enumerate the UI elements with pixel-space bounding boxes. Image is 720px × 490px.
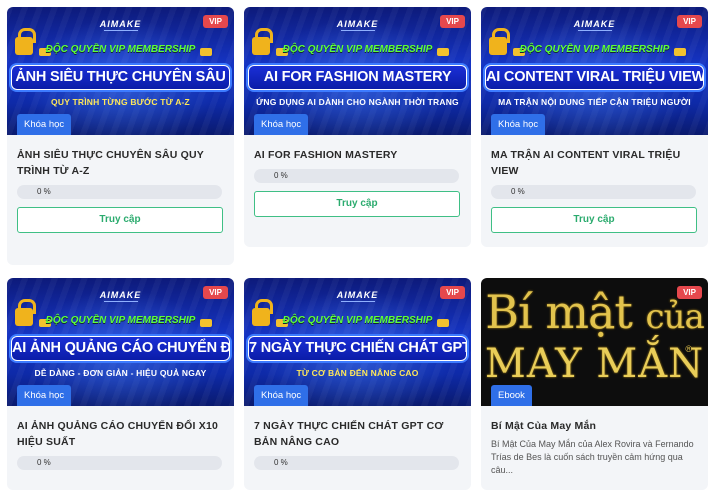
progress-bar: 0 % [254,456,459,470]
vip-badge: VIP [677,15,702,28]
type-badge: Khóa học [17,385,72,406]
progress-label: 0 % [274,171,288,180]
type-badge: Khóa học [254,114,309,135]
banner-tagline: ĐỘC QUYỀN VIP MEMBERSHIP [282,44,433,55]
brand-logo: AIMAKE [244,290,471,302]
course-thumbnail[interactable]: AIMAKE ĐỘC QUYỀN VIP MEMBERSHIP AI FOR F… [244,7,471,135]
course-title[interactable]: AI FOR FASHION MASTERY [254,147,461,163]
course-card[interactable]: AIMAKE ĐỘC QUYỀN VIP MEMBERSHIP 7 NGÀY T… [244,278,471,490]
ebook-cover[interactable]: Bí mật của MAY MẮN ® VIP Ebook [481,278,708,406]
cover-title-line2: MAY MẮN [484,341,705,387]
course-title[interactable]: 7 NGÀY THỰC CHIẾN CHÁT GPT CƠ BẢN NÂNG C… [254,418,461,450]
access-button[interactable]: Truy cập [491,207,697,233]
course-thumbnail[interactable]: AIMAKE ĐỘC QUYỀN VIP MEMBERSHIP ẢNH SIÊU… [7,7,234,135]
vip-badge: VIP [440,286,465,299]
banner-subtitle: DỄ DÀNG - ĐƠN GIẢN - HIỆU QUẢ NGAY [34,368,207,378]
type-badge: Khóa học [491,114,546,135]
cover-title-word: của [645,297,705,337]
course-card[interactable]: AIMAKE ĐỘC QUYỀN VIP MEMBERSHIP AI CONTE… [481,7,708,247]
banner-title: AI CONTENT VIRAL TRIỆU VIEW [485,65,704,90]
banner-subtitle: MA TRẬN NỘI DUNG TIẾP CẬN TRIỆU NGƯỜI [498,97,691,107]
course-title[interactable]: MA TRẬN AI CONTENT VIRAL TRIỆU VIEW [491,147,698,179]
vip-badge: VIP [440,15,465,28]
ebook-title[interactable]: Bí Mật Của May Mắn [491,418,698,434]
vip-badge: VIP [677,286,702,299]
registered-mark: ® [685,344,692,354]
vip-badge: VIP [203,286,228,299]
progress-label: 0 % [37,458,51,467]
vip-badge: VIP [203,15,228,28]
banner-title: AI FOR FASHION MASTERY [248,65,467,90]
cover-title-word: Bí mật [485,285,633,339]
course-thumbnail[interactable]: AIMAKE ĐỘC QUYỀN VIP MEMBERSHIP 7 NGÀY T… [244,278,471,406]
brand-logo: AIMAKE [7,290,234,302]
brand-logo: AIMAKE [7,19,234,31]
progress-label: 0 % [274,458,288,467]
banner-subtitle: ỨNG DỤNG AI DÀNH CHO NGÀNH THỜI TRANG [256,97,459,107]
banner-tagline: ĐỘC QUYỀN VIP MEMBERSHIP [519,44,670,55]
type-badge: Khóa học [17,114,72,135]
course-thumbnail[interactable]: AIMAKE ĐỘC QUYỀN VIP MEMBERSHIP AI ẢNH Q… [7,278,234,406]
course-thumbnail[interactable]: AIMAKE ĐỘC QUYỀN VIP MEMBERSHIP AI CONTE… [481,7,708,135]
progress-bar: 0 % [491,185,696,199]
brand-logo: AIMAKE [244,19,471,31]
course-card[interactable]: AIMAKE ĐỘC QUYỀN VIP MEMBERSHIP ẢNH SIÊU… [7,7,234,265]
type-badge: Ebook [491,385,532,406]
ebook-description: Bí Mật Của May Mắn của Alex Rovira và Fe… [491,439,694,475]
banner-tagline: ĐỘC QUYỀN VIP MEMBERSHIP [45,315,196,326]
brand-logo: AIMAKE [481,19,708,31]
banner-tagline: ĐỘC QUYỀN VIP MEMBERSHIP [282,315,433,326]
banner-title: AI ẢNH QUẢNG CÁO CHUYỂN ĐỔI [11,336,230,361]
progress-label: 0 % [37,187,51,196]
course-card[interactable]: AIMAKE ĐỘC QUYỀN VIP MEMBERSHIP AI ẢNH Q… [7,278,234,490]
ebook-card[interactable]: Bí mật của MAY MẮN ® VIP Ebook Bí Mật Củ… [481,278,708,490]
access-button[interactable]: Truy cập [17,207,223,233]
progress-bar: 0 % [17,185,222,199]
banner-subtitle: TỪ CƠ BẢN ĐẾN NÂNG CAO [296,368,419,378]
course-title[interactable]: ẢNH SIÊU THỰC CHUYÊN SÂU QUY TRÌNH TỪ A-… [17,147,224,179]
course-title[interactable]: AI ẢNH QUẢNG CÁO CHUYỂN ĐỔI X10 HIỆU SUẤ… [17,418,224,450]
banner-tagline: ĐỘC QUYỀN VIP MEMBERSHIP [45,44,196,55]
course-card[interactable]: AIMAKE ĐỘC QUYỀN VIP MEMBERSHIP AI FOR F… [244,7,471,247]
access-button[interactable]: Truy cập [254,191,460,217]
type-badge: Khóa học [254,385,309,406]
progress-bar: 0 % [17,456,222,470]
progress-bar: 0 % [254,169,459,183]
banner-title: 7 NGÀY THỰC CHIẾN CHÁT GPT [248,336,467,361]
banner-title: ẢNH SIÊU THỰC CHUYÊN SÂU [11,65,230,90]
progress-label: 0 % [511,187,525,196]
banner-subtitle: QUY TRÌNH TỪNG BƯỚC TỪ A-Z [51,97,190,107]
cover-title-line1: Bí mật của [481,284,708,345]
